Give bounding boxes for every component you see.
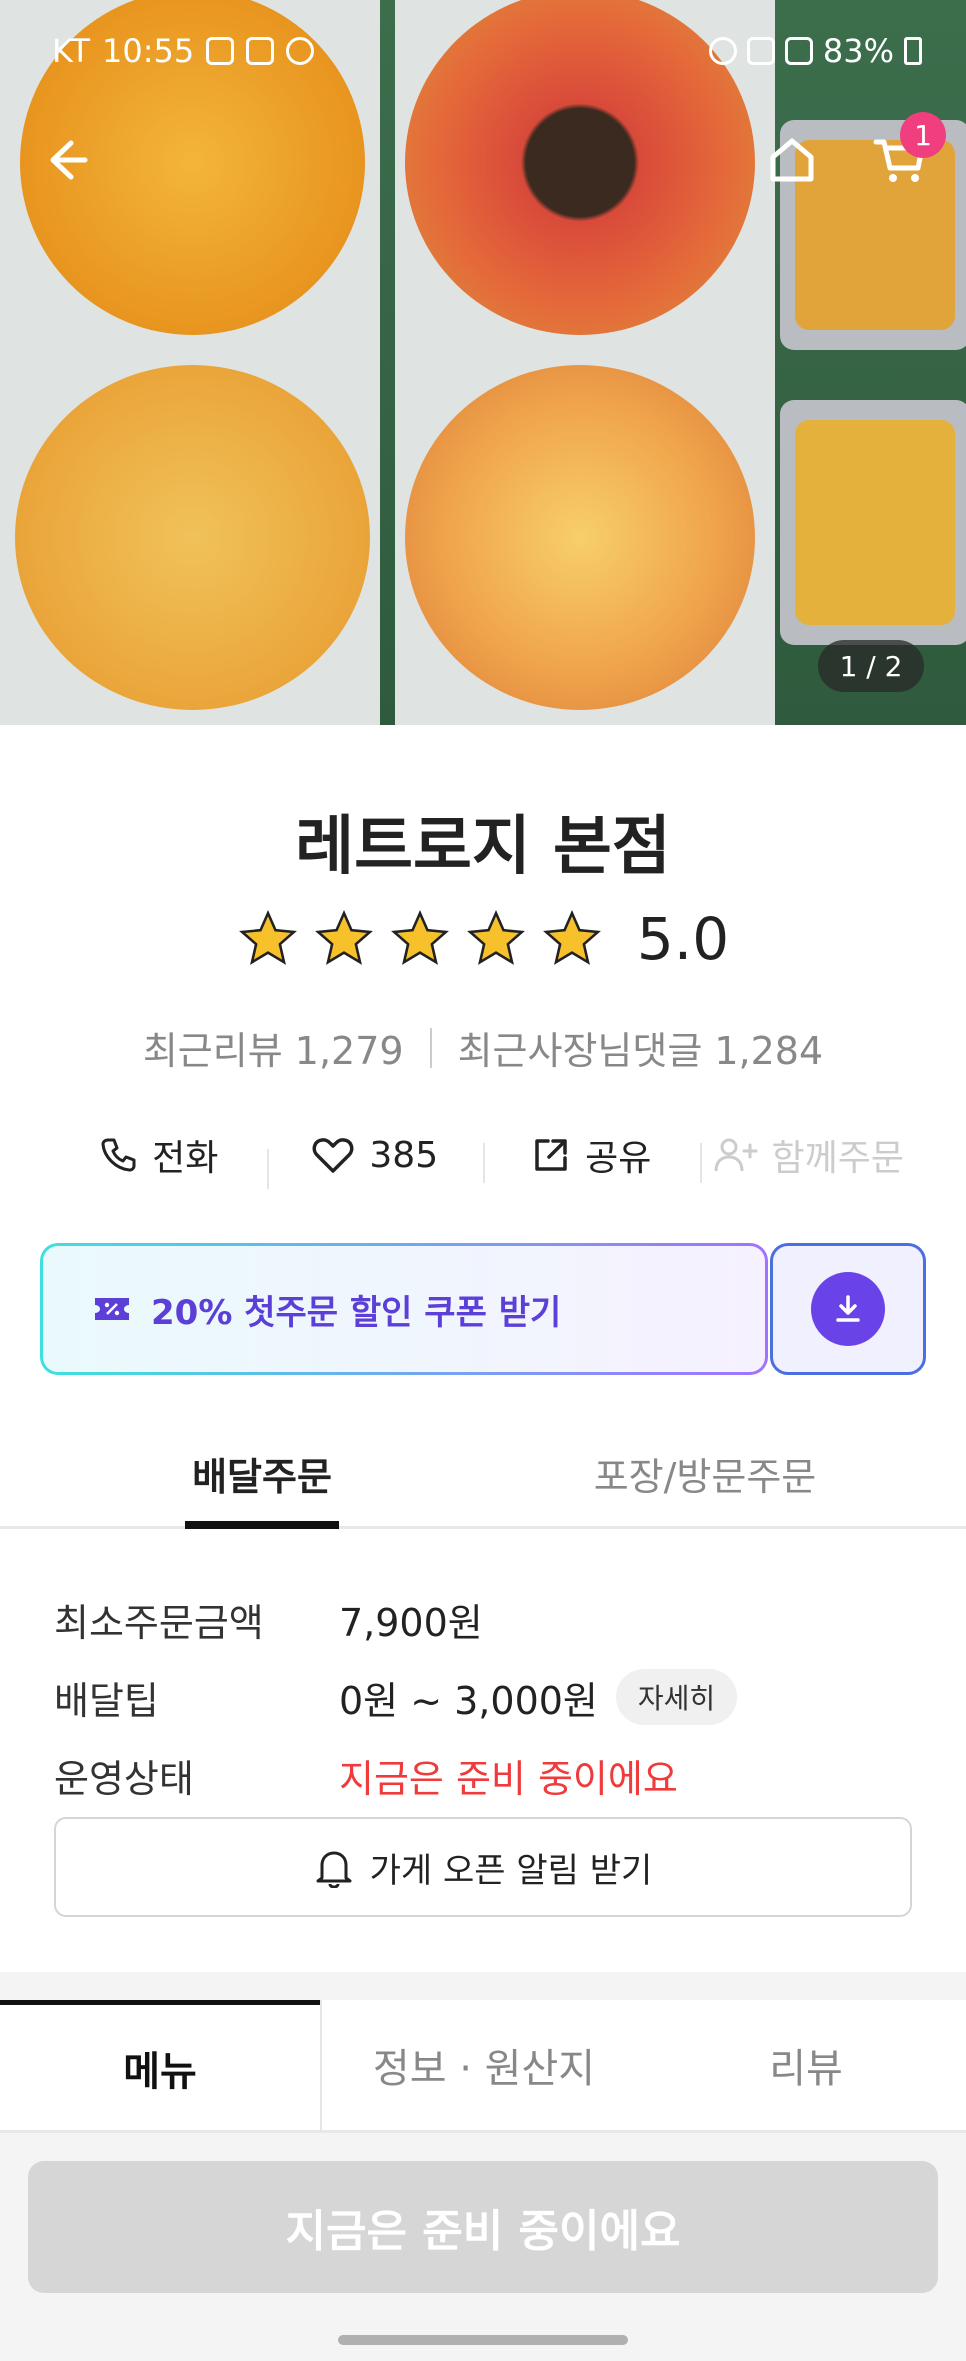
coupon-icon	[95, 1298, 129, 1320]
battery-icon	[904, 37, 922, 65]
alarm-icon	[708, 37, 737, 65]
tab-delivery[interactable]: 배달주문	[185, 1420, 339, 1529]
review-counts: 최근리뷰 1,279 최근사장님댓글 1,284	[0, 1020, 966, 1075]
content-tabs: 메뉴 정보 · 원산지 리뷰	[0, 2000, 966, 2133]
bottom-bar: 지금은 준비 중이에요	[0, 2133, 966, 2361]
signal-icon	[784, 37, 813, 65]
status-label: 운영상태	[54, 1756, 194, 1801]
heart-icon	[312, 1138, 354, 1173]
call-button[interactable]: 전화	[50, 1129, 267, 1181]
coupon-main[interactable]: 20% 첫주문 할인 쿠폰 받기	[40, 1243, 768, 1375]
star-icon	[238, 909, 297, 965]
min-order-value: 7,900원	[339, 1600, 483, 1645]
add-person-icon	[714, 1138, 757, 1172]
tab-menu[interactable]: 메뉴	[0, 2000, 320, 2130]
call-label: 전화	[152, 1138, 219, 1179]
recent-reviews-link[interactable]: 최근리뷰 1,279	[143, 1020, 404, 1075]
min-order-label: 최소주문금액	[54, 1600, 264, 1645]
min-order-row: 최소주문금액 7,900원	[54, 1580, 914, 1658]
section-divider	[0, 1972, 966, 2000]
store-name: 레트로지 본점	[295, 810, 671, 884]
delivery-tip-row: 배달팁 0원 ~ 3,000원 자세히	[54, 1658, 914, 1736]
action-row: 전화 385 공유 함께주문	[50, 1120, 916, 1190]
star-icon	[314, 909, 373, 965]
tab-review[interactable]: 리뷰	[646, 2000, 966, 2130]
cart-button[interactable]: 1	[860, 112, 946, 200]
open-notify-button[interactable]: 가게 오픈 알림 받기	[54, 1817, 912, 1917]
download-icon	[836, 1295, 860, 1322]
star-icon	[542, 909, 601, 965]
share-icon	[535, 1139, 567, 1171]
home-indicator[interactable]	[338, 2335, 628, 2345]
group-order-label: 함께주문	[771, 1138, 904, 1179]
coupon-download-button[interactable]	[770, 1243, 926, 1375]
star-icon	[390, 909, 449, 965]
rating-score: 5.0	[636, 905, 730, 973]
owner-replies-link[interactable]: 최근사장님댓글 1,284	[458, 1020, 824, 1075]
star-icon	[466, 909, 525, 965]
carrier-label: KT	[52, 32, 91, 70]
delivery-info: 최소주문금액 7,900원 배달팁 0원 ~ 3,000원 자세히 운영상태 지…	[54, 1580, 914, 1814]
clock: 10:55	[102, 32, 195, 70]
delivery-tip-label: 배달팁	[54, 1678, 159, 1723]
like-count: 385	[369, 1134, 439, 1176]
home-icon	[770, 138, 814, 182]
tab-info-origin[interactable]: 정보 · 원산지	[320, 2000, 646, 2130]
group-order-button[interactable]: 함께주문	[699, 1129, 917, 1183]
bell-icon	[316, 1851, 352, 1888]
photo-pager: 1 / 2	[818, 640, 924, 692]
share-button[interactable]: 공유	[483, 1129, 700, 1183]
notification-icon	[206, 37, 235, 65]
divider	[429, 1027, 432, 1068]
home-button[interactable]	[752, 120, 832, 200]
rating-row: 5.0	[0, 905, 966, 973]
status-row: 운영상태 지금은 준비 중이에요	[54, 1736, 914, 1814]
battery-level: 83%	[822, 32, 894, 70]
share-label: 공유	[585, 1138, 652, 1179]
mute-icon	[746, 37, 775, 65]
status-bar: KT 10:55 83%	[0, 0, 966, 100]
notification-icon	[286, 37, 315, 65]
delivery-tip-detail-button[interactable]: 자세히	[615, 1669, 738, 1725]
back-button[interactable]	[26, 120, 106, 200]
coupon-label: 20% 첫주문 할인 쿠폰 받기	[151, 1292, 562, 1333]
status-value: 지금은 준비 중이에요	[339, 1756, 678, 1801]
store-photo[interactable]: KT 10:55 83% 1 1 / 2	[0, 0, 966, 725]
order-type-tabs: 배달주문 포장/방문주문	[0, 1420, 966, 1529]
phone-icon	[101, 1138, 136, 1172]
notification-icon	[246, 37, 275, 65]
order-button-disabled[interactable]: 지금은 준비 중이에요	[28, 2161, 938, 2293]
notify-label: 가게 오픈 알림 받기	[369, 1850, 653, 1891]
cart-count-badge: 1	[900, 112, 946, 158]
tab-pickup[interactable]: 포장/방문주문	[560, 1420, 850, 1526]
arrow-left-icon	[50, 140, 88, 180]
coupon-banner[interactable]: 20% 첫주문 할인 쿠폰 받기	[40, 1243, 926, 1379]
delivery-tip-value: 0원 ~ 3,000원	[339, 1678, 598, 1723]
like-button[interactable]: 385	[266, 1134, 484, 1189]
